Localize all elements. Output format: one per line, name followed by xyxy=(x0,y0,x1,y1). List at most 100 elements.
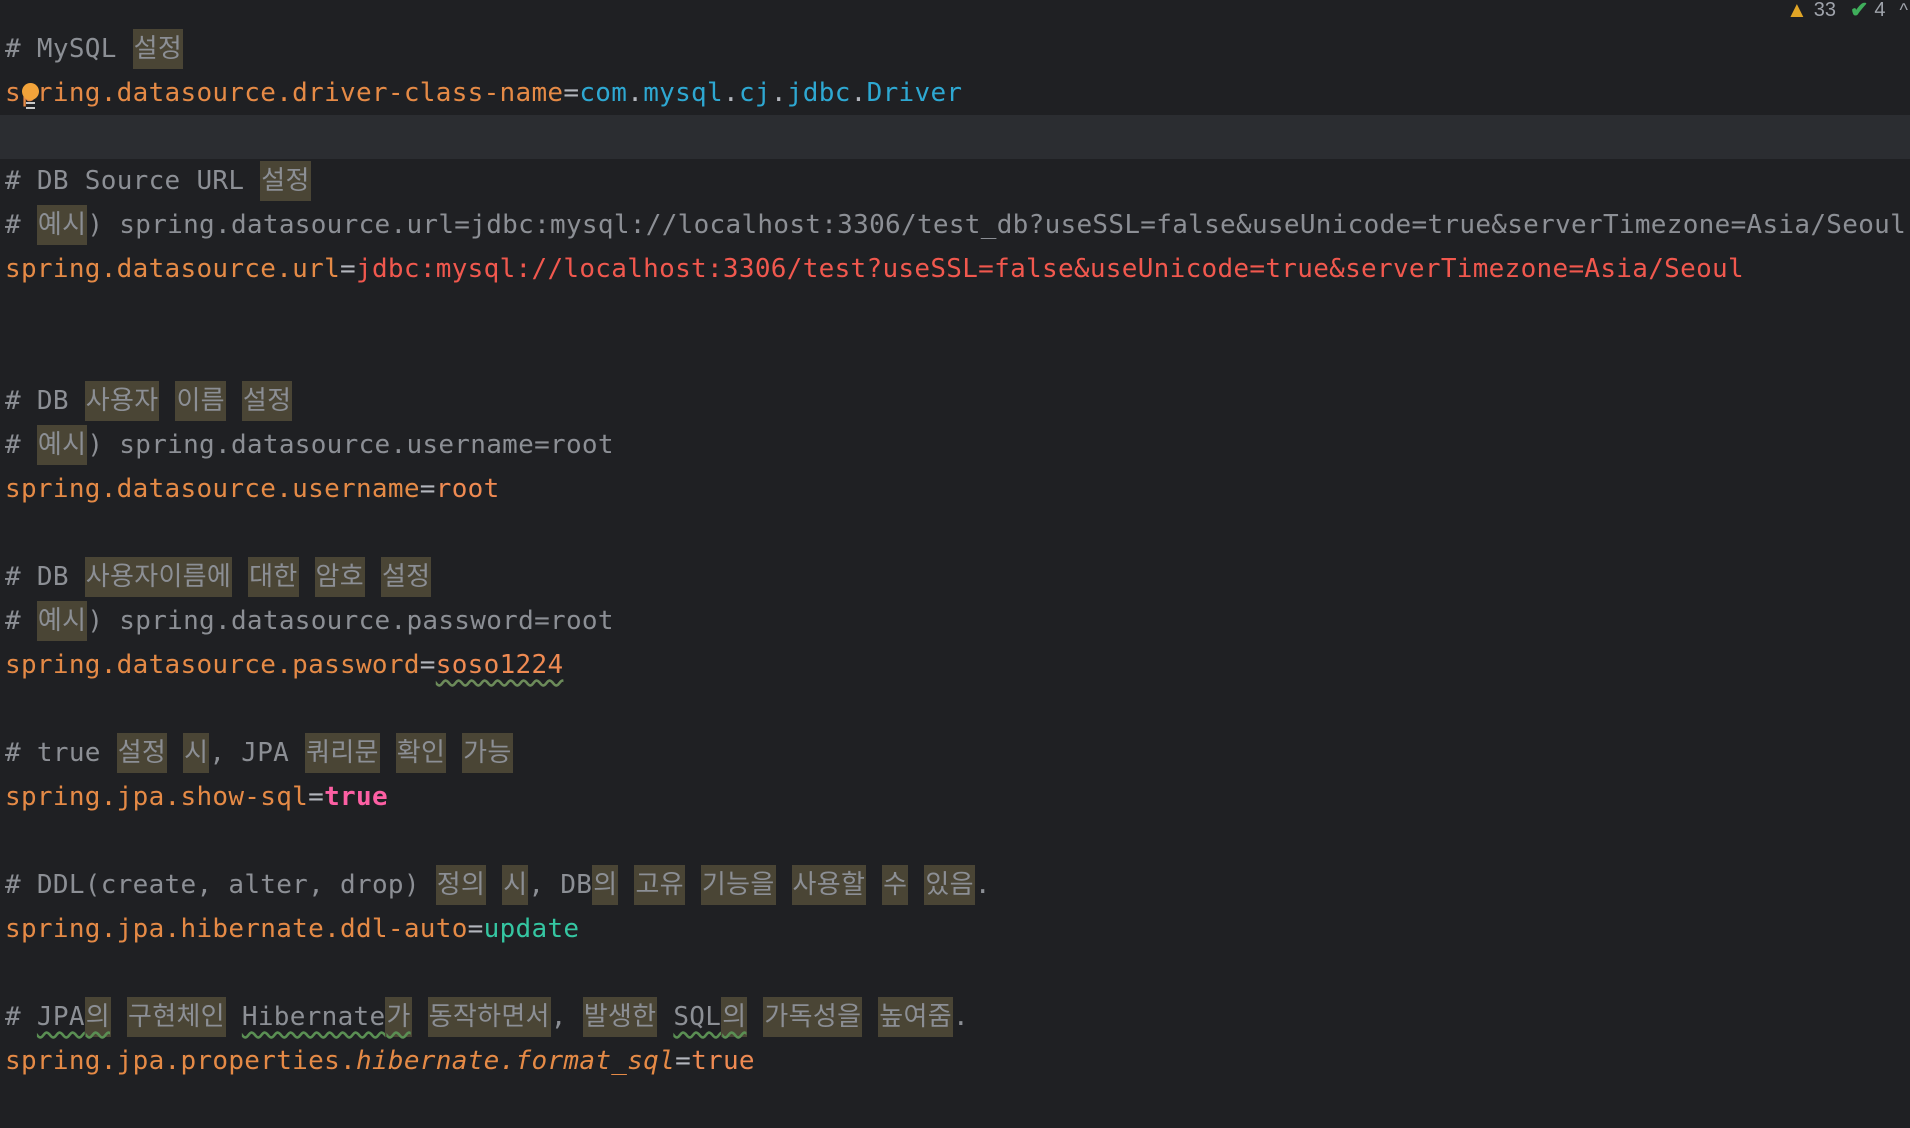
lightbulb-icon[interactable] xyxy=(22,83,39,109)
code-line[interactable]: # DB 사용자이름에 대한 암호 설정 xyxy=(5,555,1910,599)
blank-line[interactable] xyxy=(5,335,1910,379)
class-ref-part[interactable]: cj xyxy=(739,78,771,108)
property-value: soso1224 xyxy=(435,650,564,680)
korean-word: 예시 xyxy=(36,601,88,641)
comment-text: MySQL xyxy=(36,34,133,64)
code-line[interactable]: # true 설정 시, JPA 쿼리문 확인 가능 xyxy=(5,731,1910,775)
comment-text: . xyxy=(952,1002,969,1032)
comment-text: DB Source URL xyxy=(36,166,261,196)
code-line[interactable]: spring.datasource.password=soso1224 xyxy=(5,643,1910,687)
dot: . xyxy=(499,1046,516,1076)
code-line[interactable]: # DDL(create, alter, drop) 정의 시, DB의 고유 … xyxy=(5,863,1910,907)
equals-sign: = xyxy=(467,914,484,944)
korean-word: 예시 xyxy=(36,205,88,245)
property-value: jdbc:mysql://localhost:3306/test?useSSL=… xyxy=(356,254,1744,284)
korean-word: 쿼리문 xyxy=(305,733,380,773)
code-line[interactable]: spring.jpa.hibernate.ddl-auto=update xyxy=(5,907,1910,951)
blank-line[interactable] xyxy=(5,511,1910,555)
inspection-status-bar[interactable]: ▲ 33 ✔ 4 ^ xyxy=(1786,0,1910,22)
dot: . xyxy=(722,78,739,108)
korean-word: 시 xyxy=(183,733,210,773)
class-ref-part[interactable]: com xyxy=(579,78,627,108)
warnings-indicator[interactable]: ▲ 33 xyxy=(1786,0,1836,22)
code-line[interactable]: spring.jpa.show-sql=true xyxy=(5,775,1910,819)
comment-text: Hibernate xyxy=(241,1002,386,1032)
blank-line[interactable] xyxy=(5,687,1910,731)
korean-word: 설정 xyxy=(241,381,293,421)
comment-text: JPA xyxy=(36,1002,85,1032)
comment-hash: # xyxy=(5,562,37,592)
blank-line[interactable] xyxy=(5,291,1910,335)
korean-word: 정의 xyxy=(435,865,487,905)
code-line[interactable]: spring.jpa.properties.hibernate.format_s… xyxy=(5,1039,1910,1083)
equals-sign: = xyxy=(563,78,580,108)
korean-word: 대한 xyxy=(248,557,299,597)
property-key: spring.jpa.show-sql xyxy=(5,782,309,812)
checks-indicator[interactable]: ✔ 4 xyxy=(1850,0,1886,22)
class-ref-part[interactable]: mysql xyxy=(643,78,723,108)
comment-hash: # xyxy=(5,166,37,196)
korean-word: 설정 xyxy=(260,161,311,201)
korean-word: 의 xyxy=(721,997,748,1037)
korean-word: 사용자이름에 xyxy=(84,557,233,597)
korean-word: 가능 xyxy=(462,733,513,773)
property-value: update xyxy=(483,914,580,944)
code-line[interactable]: spring.datasource.username=root xyxy=(5,467,1910,511)
comment-text: ) spring.datasource.url=jdbc:mysql://loc… xyxy=(87,210,1907,240)
korean-word: 사용자 xyxy=(84,381,160,421)
code-line[interactable]: # MySQL 설정 xyxy=(5,27,1910,71)
property-key: spring.jpa.properties. xyxy=(5,1046,356,1076)
code-line[interactable]: # 예시) spring.datasource.username=root xyxy=(5,423,1910,467)
code-line[interactable]: # 예시) spring.datasource.url=jdbc:mysql:/… xyxy=(5,203,1910,247)
code-editor[interactable]: ▲ 33 ✔ 4 ^ # MySQL 설정 spring.datasource.… xyxy=(0,0,1910,1128)
chevron-up-icon[interactable]: ^ xyxy=(1900,0,1908,21)
property-key: spring.datasource.username xyxy=(5,474,420,504)
property-key: spring.datasource.driver-class-name xyxy=(5,78,564,108)
property-value: root xyxy=(435,474,500,504)
equals-sign: = xyxy=(340,254,356,284)
comment-hash: # xyxy=(5,34,37,64)
code-line[interactable]: spring.datasource.driver-class-name=com.… xyxy=(5,71,1910,115)
blank-line[interactable] xyxy=(5,951,1910,995)
korean-word: 예시 xyxy=(36,425,88,465)
editor-lines[interactable]: # MySQL 설정 spring.datasource.driver-clas… xyxy=(0,27,1910,1083)
korean-word: 설정 xyxy=(116,733,168,773)
dot: . xyxy=(627,78,644,108)
code-line[interactable]: # JPA의 구현체인 Hibernate가 동작하면서, 발생한 SQL의 가… xyxy=(5,995,1910,1039)
property-key: spring.jpa.hibernate.ddl-auto xyxy=(5,914,468,944)
code-line[interactable]: # 예시) spring.datasource.password=root xyxy=(5,599,1910,643)
code-line[interactable]: # DB Source URL 설정 xyxy=(5,159,1910,203)
class-ref-part[interactable]: jdbc xyxy=(787,78,851,108)
current-line[interactable] xyxy=(0,115,1910,159)
equals-sign: = xyxy=(419,474,436,504)
korean-word: 설정 xyxy=(380,557,432,597)
korean-word: 가 xyxy=(385,997,412,1037)
class-ref-part[interactable]: Driver xyxy=(867,78,963,108)
comment-hash: # xyxy=(5,870,37,900)
property-key-italic: hibernate xyxy=(355,1046,500,1076)
korean-word: 기능을 xyxy=(700,865,776,905)
comment-hash: # xyxy=(5,606,37,636)
korean-word: 확인 xyxy=(395,733,447,773)
korean-word: 수 xyxy=(882,865,909,905)
equals-sign: = xyxy=(419,650,436,680)
code-line[interactable]: spring.datasource.url=jdbc:mysql://local… xyxy=(5,247,1910,291)
comment-text: , DB xyxy=(528,870,593,900)
comment-text: , JPA xyxy=(209,738,306,768)
comment-text: ) spring.datasource.username=root xyxy=(87,430,614,460)
comment-hash: # xyxy=(5,430,37,460)
korean-word: 이름 xyxy=(175,381,226,421)
korean-word: 동작하면서 xyxy=(427,997,551,1037)
comment-text: . xyxy=(974,870,991,900)
korean-word: 발생한 xyxy=(582,997,658,1037)
comment-text: DB xyxy=(36,562,85,592)
code-line[interactable]: # DB 사용자 이름 설정 xyxy=(5,379,1910,423)
dot: . xyxy=(850,78,867,108)
korean-word: 있음 xyxy=(924,865,975,905)
korean-word: 의 xyxy=(592,865,619,905)
comment-text: true xyxy=(36,738,117,768)
comment-hash: # xyxy=(5,386,37,416)
korean-word: 의 xyxy=(84,997,112,1037)
blank-line[interactable] xyxy=(5,819,1910,863)
property-value: true xyxy=(691,1046,755,1076)
